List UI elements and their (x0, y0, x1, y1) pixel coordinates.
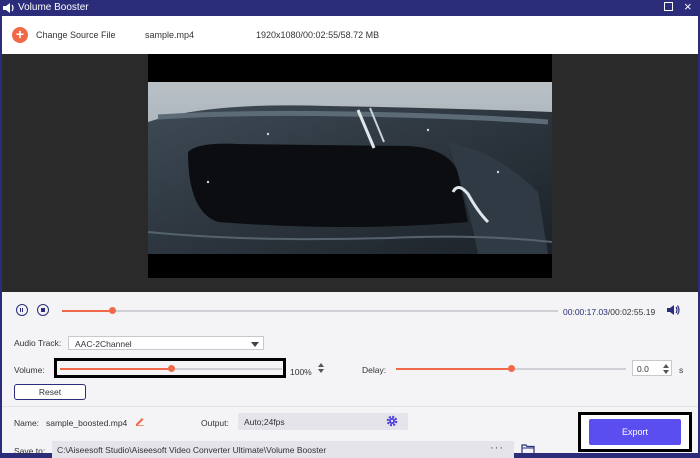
speaker-app-icon (3, 3, 14, 13)
stepper-down-icon[interactable] (663, 370, 669, 374)
file-name: sample.mp4 (145, 30, 195, 40)
volume-label: Volume: (14, 365, 45, 375)
stop-icon (41, 308, 45, 312)
delay-input[interactable]: 0.0 (632, 360, 672, 376)
stepper-down-icon[interactable] (318, 369, 324, 373)
total-time: /00:02:55.19 (607, 307, 656, 317)
main-window: + Change Source File sample.mp4 1920x108… (2, 16, 698, 458)
delay-fill (396, 368, 511, 370)
delay-unit: s (679, 365, 684, 375)
delay-value: 0.0 (637, 364, 649, 374)
output-label: Output: (201, 418, 229, 428)
delay-slider[interactable] (396, 365, 626, 372)
window-title: Volume Booster (18, 2, 89, 13)
seek-slider[interactable] (62, 307, 558, 314)
edit-name-icon[interactable] (135, 416, 145, 426)
volume-percent: 100% (290, 367, 312, 377)
stop-button[interactable] (37, 304, 49, 316)
output-value: Auto;24fps (244, 417, 285, 427)
export-highlight-frame: Export (578, 412, 692, 452)
change-source-button[interactable]: Change Source File (36, 30, 116, 40)
name-value: sample_boosted.mp4 (46, 418, 128, 428)
audio-track-value: AAC-2Channel (75, 339, 132, 349)
current-time: 00:00:17.03 (563, 307, 608, 317)
stepper-up-icon[interactable] (318, 363, 324, 367)
name-label: Name: (14, 418, 40, 428)
volume-slider[interactable] (60, 365, 282, 372)
title-bar: Volume Booster × (0, 0, 700, 16)
video-preview-area (2, 54, 698, 292)
pause-icon (20, 308, 23, 312)
pause-button[interactable] (16, 304, 28, 316)
controls-panel: 00:00:17.03/00:02:55.19 Audio Track: AAC… (2, 292, 698, 458)
volume-stepper[interactable] (316, 361, 326, 375)
chevron-down-icon (251, 342, 259, 347)
browse-button[interactable]: ··· (490, 442, 504, 454)
volume-handle[interactable] (168, 365, 175, 372)
volume-fill (60, 368, 171, 370)
divider (2, 406, 698, 407)
delay-stepper[interactable] (661, 362, 671, 376)
close-button[interactable]: × (684, 0, 692, 13)
video-stage (148, 54, 552, 278)
delay-handle[interactable] (508, 365, 515, 372)
file-info: 1920x1080/00:02:55/58.72 MB (256, 30, 380, 40)
export-button[interactable]: Export (589, 419, 681, 445)
time-display: 00:00:17.03/00:02:55.19 (563, 307, 655, 317)
add-source-icon[interactable]: + (12, 27, 28, 43)
audio-track-label: Audio Track: (14, 338, 62, 348)
stepper-up-icon[interactable] (663, 364, 669, 368)
top-bar: + Change Source File sample.mp4 1920x108… (2, 16, 698, 54)
volume-icon[interactable] (666, 304, 680, 316)
reset-button[interactable]: Reset (14, 384, 86, 400)
seek-handle[interactable] (109, 307, 116, 314)
seek-fill (62, 310, 112, 312)
video-frame (148, 82, 552, 254)
audio-track-select[interactable]: AAC-2Channel (68, 336, 264, 350)
output-settings-field[interactable]: Auto;24fps (238, 413, 408, 430)
delay-label: Delay: (362, 365, 387, 375)
maximize-button[interactable] (664, 2, 673, 11)
save-path-value: C:\Aiseesoft Studio\Aiseesoft Video Conv… (57, 445, 327, 455)
gear-icon[interactable] (386, 415, 398, 427)
save-path-field[interactable]: C:\Aiseesoft Studio\Aiseesoft Video Conv… (52, 441, 514, 458)
folder-icon[interactable] (521, 443, 535, 455)
